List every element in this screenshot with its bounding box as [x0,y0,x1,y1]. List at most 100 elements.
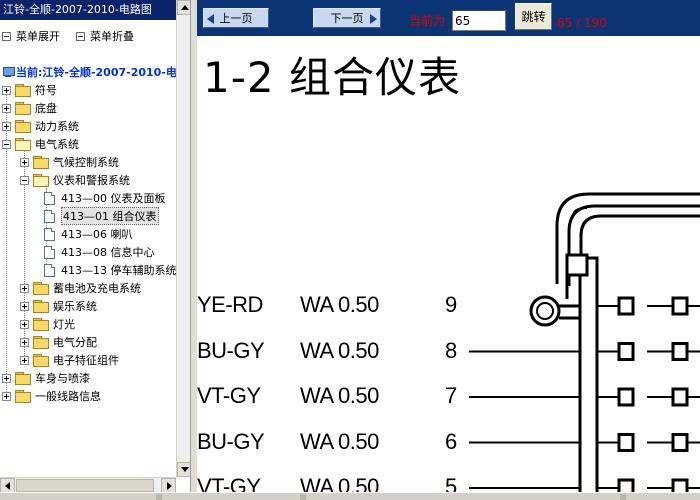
expand-plus-icon[interactable] [2,103,11,113]
expand-plus-icon[interactable] [20,157,29,167]
wire-gauge: WA 0.50 [300,428,379,454]
folder-open-icon [33,174,49,187]
tree-item-label: 电气分配 [53,336,97,349]
expand-plus-icon[interactable] [20,283,29,293]
tree-item[interactable]: 一般线路信息 [2,387,101,405]
tree-item-label: 413—00 仪表及面板 [61,192,166,205]
folder-icon [15,84,31,97]
wire-row: VT-GY WA 0.50 7 [197,383,700,409]
previous-page-label: 上一页 [219,12,253,25]
wire-row: BU-GY WA 0.50 6 [197,429,700,455]
expand-plus-icon[interactable] [20,301,29,311]
tree-item-label: 电子特征组件 [53,354,119,367]
tree-item[interactable]: 413—01 组合仪表 [44,207,159,225]
connector-latch [565,253,589,277]
tree-item-label: 仪表和警报系统 [53,174,130,187]
tree-item[interactable]: 413—06 喇叭 [44,225,133,243]
menu-expand-button[interactable]: 菜单展开 [2,28,60,44]
folder-icon [33,354,49,367]
folder-icon [33,300,49,313]
tree-item-label: 娱乐系统 [53,300,97,313]
tree-item-label: 底盘 [35,102,57,115]
document-icon [44,245,55,259]
folder-icon [15,120,31,133]
tree-item-label: 413—08 信息中心 [61,246,155,259]
navigation-panel: 江铃-全顺-2007-2010-电路图 菜单展开 菜单折叠 当前:江铃-全顺-2… [0,0,191,492]
current-page-label: 当前为 [409,14,446,28]
wire-gauge: WA 0.50 [300,474,379,492]
tree-item[interactable]: 动力系统 [2,117,79,135]
wire-gauge: WA 0.50 [300,292,379,317]
folder-icon [33,282,49,295]
tree-item[interactable]: 电气分配 [20,333,97,351]
expand-plus-icon[interactable] [20,319,29,329]
next-page-button[interactable]: 下一页 [313,8,381,28]
current-document-link[interactable]: 当前:江铃-全顺-2007-2010-电 [2,64,190,80]
expand-plus-icon[interactable] [2,85,11,95]
page-toolbar: 上一页 下一页 当前为 跳转 65 / 190 [197,0,700,36]
collapse-minus-icon[interactable] [2,139,11,149]
tree-item[interactable]: 娱乐系统 [20,297,97,315]
expand-plus-icon[interactable] [20,337,29,347]
scroll-right-arrow-icon[interactable] [161,478,176,492]
wire-color-code: VT-GY [197,474,261,492]
jump-button[interactable]: 跳转 [515,3,552,30]
connector-drawing [469,192,700,492]
bottom-strip-divider [300,494,306,500]
folder-icon [33,156,49,169]
tree-item-label: 413—06 喇叭 [61,228,133,241]
computer-icon [2,66,15,78]
next-page-label: 下一页 [330,12,364,25]
folder-icon [15,390,31,403]
menu-collapse-button[interactable]: 菜单折叠 [76,28,134,44]
pin-number: 7 [445,383,458,408]
tree-item[interactable]: 413—08 信息中心 [44,243,155,261]
tree-item[interactable]: 仪表和警报系统 [20,171,130,189]
tree-item[interactable]: 底盘 [2,99,57,117]
folder-icon [33,336,49,349]
pin-number: 9 [445,292,458,317]
scroll-up-arrow-icon[interactable] [177,0,190,15]
document-panel: 上一页 下一页 当前为 跳转 65 / 190 1-2 组合仪表 [191,0,700,492]
expand-plus-icon[interactable] [2,121,11,131]
wire-color-code: BU-GY [197,337,265,363]
previous-page-button[interactable]: 上一页 [203,8,269,28]
tree-item-label: 车身与喷漆 [35,372,90,385]
tree-item-label: 符号 [35,84,57,97]
tree-item[interactable]: 车身与喷漆 [2,369,90,387]
wiring-diagram-page: 1-2 组合仪表 YE-RD WA 0.50 9 BU-GY WA 0.50 8… [197,36,700,492]
app-window: 江铃-全顺-2007-2010-电路图 菜单展开 菜单折叠 当前:江铃-全顺-2… [0,0,700,500]
left-arrow-icon [207,14,214,24]
tree-item[interactable]: 蓄电池及充电系统 [20,279,141,297]
expand-plus-icon[interactable] [2,373,11,383]
wire-color-code: VT-GY [197,383,261,408]
tree-item-label: 气候控制系统 [53,156,119,169]
tree-item[interactable]: 413—13 停车辅助系统 [44,261,177,279]
scroll-left-arrow-icon[interactable] [0,478,15,492]
tree-item[interactable]: 气候控制系统 [20,153,119,171]
horizontal-scrollbar[interactable] [0,477,176,492]
menu-bar: 菜单展开 菜单折叠 [0,24,176,46]
wire-color-code: YE-RD [197,292,263,317]
menu-collapse-label: 菜单折叠 [90,30,134,43]
tree-item[interactable]: 灯光 [20,315,75,333]
page-counter: 65 / 190 [557,16,607,30]
tree-item-label: 413—01 组合仪表 [61,207,159,225]
tree-item[interactable]: 电气系统 [2,135,79,153]
menu-expand-label: 菜单展开 [16,30,60,43]
tree-item[interactable]: 符号 [2,81,57,99]
tree-item[interactable]: 413—00 仪表及面板 [44,189,166,207]
right-arrow-icon [370,14,377,24]
scroll-thumb[interactable] [16,479,154,492]
vertical-scrollbar[interactable] [176,0,190,477]
tree-item-label: 电气系统 [35,138,79,151]
page-number-input[interactable] [452,10,506,31]
scroll-down-arrow-icon[interactable] [177,462,190,477]
pin-number: 5 [445,474,458,492]
tree-item[interactable]: 电子特征组件 [20,351,119,369]
expand-plus-icon[interactable] [2,391,11,401]
collapse-minus-icon[interactable] [20,175,29,185]
wire-gauge: WA 0.50 [300,337,379,363]
expand-plus-icon[interactable] [20,355,29,365]
connector-housing-outline [579,214,700,258]
